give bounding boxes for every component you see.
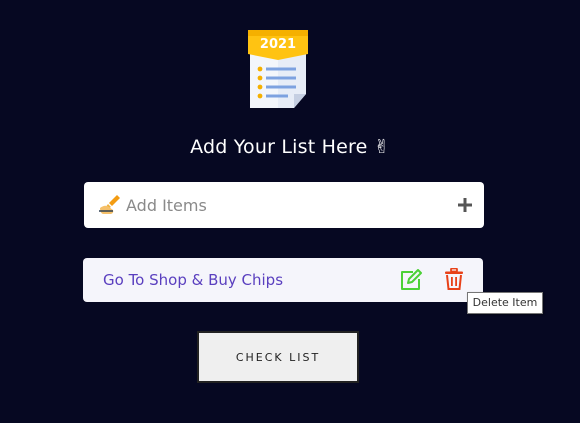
page-title: Add Your List Here ✌ [190,136,390,158]
logo-year: 2021 [260,37,296,52]
notepad-2021-icon: 2021 [248,28,310,110]
writing-hand-icon [99,194,123,216]
delete-item-tooltip: Delete Item [467,292,543,314]
check-list-button[interactable]: CHECK LIST [197,331,359,383]
add-items-input[interactable] [126,190,446,220]
add-item-box [84,182,484,228]
plus-icon[interactable] [456,196,474,214]
list-item: Go To Shop & Buy Chips [83,258,483,302]
trash-icon[interactable] [444,267,464,290]
list-item-text: Go To Shop & Buy Chips [103,271,284,289]
edit-icon[interactable] [399,269,423,291]
